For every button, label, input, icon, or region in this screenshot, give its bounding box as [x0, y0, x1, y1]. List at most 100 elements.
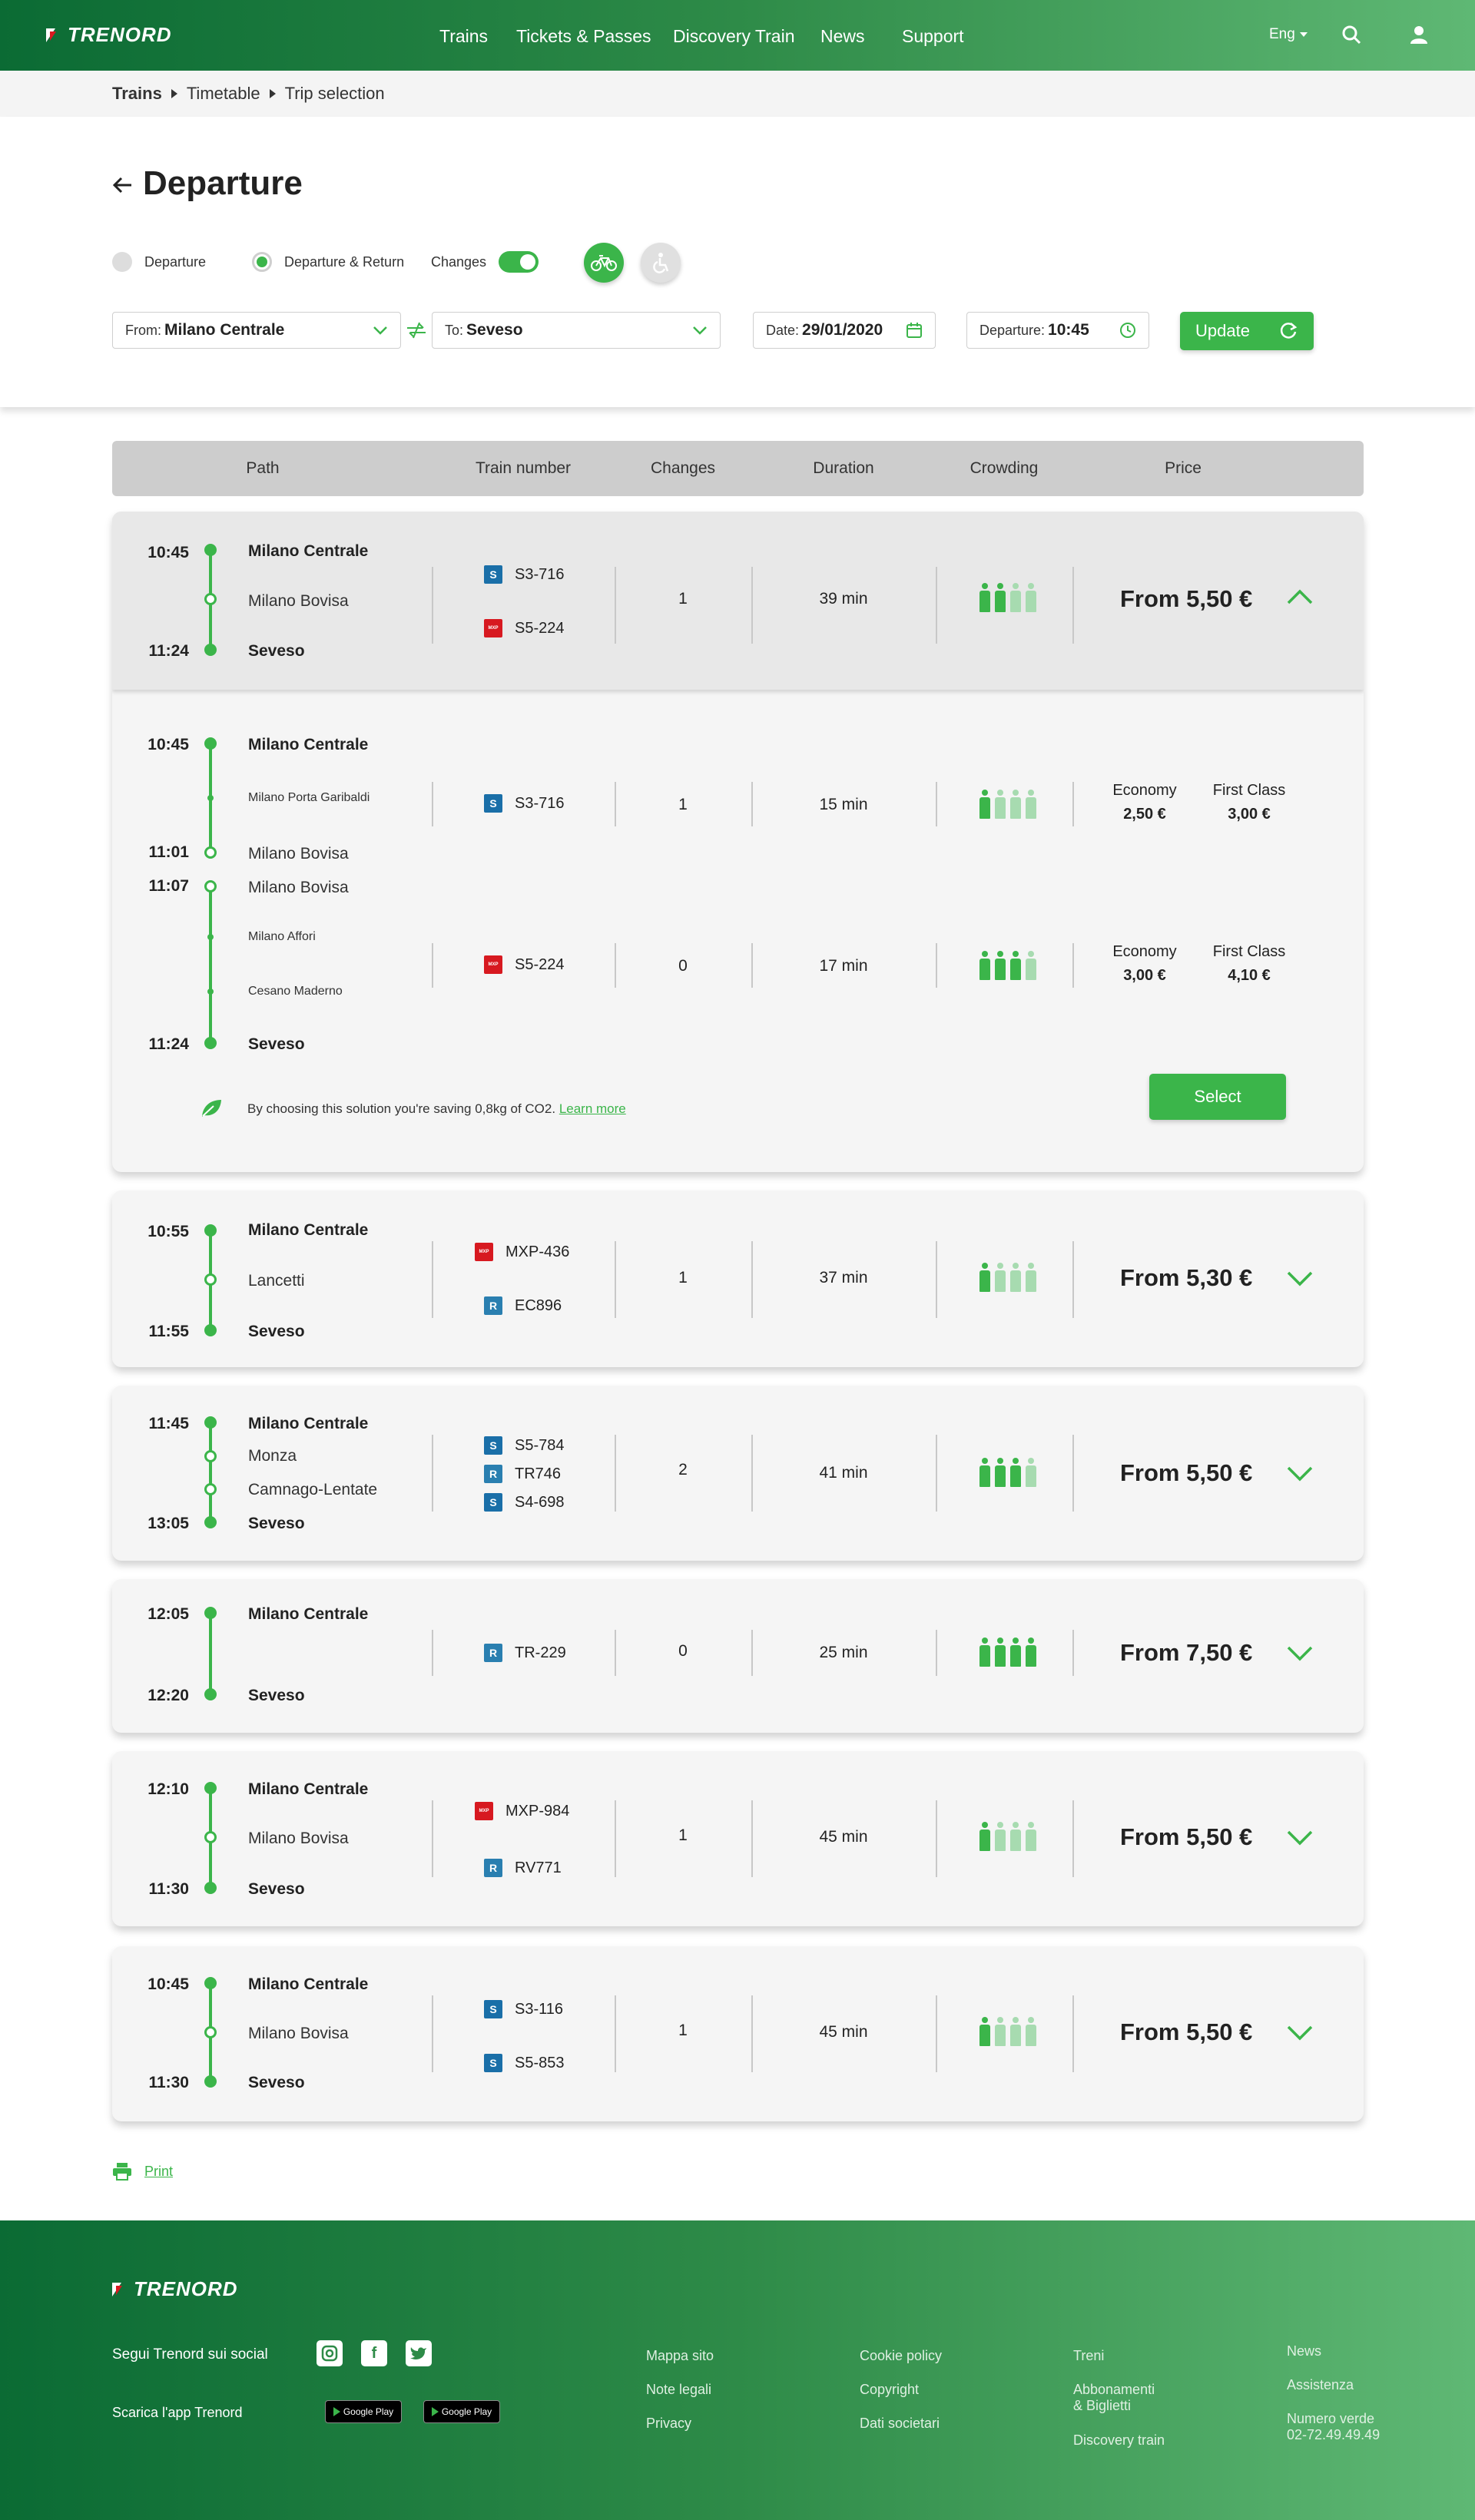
station-dot	[204, 2075, 217, 2088]
swap-stations-icon[interactable]	[406, 321, 427, 339]
person-icon	[1009, 2017, 1023, 2046]
facebook-icon[interactable]: f	[361, 2340, 387, 2366]
learn-more-link[interactable]: Learn more	[559, 1101, 626, 1116]
nav-trains[interactable]: Trains	[439, 26, 488, 47]
price-from: From 5,50 €	[1120, 585, 1253, 612]
footer-link[interactable]: Cookie policy	[860, 2348, 942, 2364]
refresh-icon	[1280, 323, 1298, 339]
solution-card-2[interactable]: 10:55 11:55 Milano Centrale Lancetti Sev…	[112, 1190, 1364, 1367]
station-dot	[204, 1037, 217, 1049]
update-button[interactable]: Update	[1180, 312, 1314, 350]
duration: 17 min	[819, 957, 868, 975]
bike-filter-button[interactable]	[584, 243, 624, 283]
person-icon	[1009, 1638, 1023, 1667]
google-play-badge[interactable]: Google Play	[325, 2400, 402, 2423]
select-button[interactable]: Select	[1149, 1074, 1286, 1120]
train-item: MXP MXP-436	[475, 1243, 569, 1261]
train-item: S S3-716	[484, 565, 565, 584]
nav-discovery-train[interactable]: Discovery Train	[673, 26, 794, 47]
destination-station: Seveso	[248, 1687, 305, 1704]
person-icon	[978, 583, 992, 612]
person-icon	[1009, 790, 1023, 819]
language-selector[interactable]: Eng	[1269, 26, 1308, 43]
date-field[interactable]: Date: 29/01/2020	[753, 312, 936, 349]
footer-link[interactable]: Abbonamenti	[1073, 2382, 1155, 2398]
train-item: S S5-784	[484, 1436, 565, 1455]
footer-link[interactable]: Assistenza	[1287, 2377, 1354, 2393]
chevron-down-icon[interactable]	[1286, 1465, 1314, 1482]
duration: 37 min	[819, 1269, 868, 1286]
footer-link[interactable]: Discovery train	[1073, 2432, 1165, 2449]
changes-count: 0	[678, 957, 688, 975]
footer-link[interactable]: News	[1287, 2343, 1321, 2359]
solution-card-3[interactable]: 11:45 13:05 Milano Centrale Monza Camnag…	[112, 1386, 1364, 1561]
solution-card-4[interactable]: 12:05 12:20 Milano Centrale Seveso R TR-2…	[112, 1579, 1364, 1733]
person-icon	[1024, 2017, 1038, 2046]
solution-card-1: 10:45 11:24 Milano Centrale Milano Bovis…	[112, 512, 1364, 1172]
solution-card-6[interactable]: 10:45 11:30 Milano Centrale Milano Bovis…	[112, 1946, 1364, 2121]
leg-departure-time: 11:07	[148, 877, 189, 895]
changes-count: 1	[678, 590, 688, 608]
google-play-badge[interactable]: Google Play	[423, 2400, 500, 2423]
to-field[interactable]: To: Seveso	[432, 312, 721, 349]
chevron-down-icon[interactable]	[1286, 2025, 1314, 2041]
changes-toggle[interactable]: Changes	[431, 251, 539, 273]
train-item: MXP S5-224	[484, 619, 565, 637]
footer-link[interactable]: Numero verde	[1287, 2411, 1374, 2427]
back-arrow-icon[interactable]	[112, 177, 132, 194]
from-field[interactable]: From: Milano Centrale	[112, 312, 401, 349]
chevron-down-icon[interactable]	[1286, 1645, 1314, 1662]
radio-departure[interactable]: Departure	[112, 252, 206, 272]
breadcrumb-trains[interactable]: Trains	[112, 84, 162, 104]
trenord-r-logo-icon: R	[484, 1465, 502, 1483]
chevron-down-icon[interactable]	[1286, 1270, 1314, 1287]
footer-link[interactable]: Mappa sito	[646, 2348, 714, 2364]
chevron-down-icon[interactable]	[1286, 1830, 1314, 1846]
person-icon	[1024, 1638, 1038, 1667]
departure-time: 11:45	[148, 1415, 189, 1432]
leg-arrival-time: 11:24	[148, 1035, 189, 1053]
breadcrumb-timetable[interactable]: Timetable	[187, 84, 260, 104]
footer-link[interactable]: Treni	[1073, 2348, 1104, 2364]
footer-link[interactable]: & Biglietti	[1073, 2398, 1131, 2414]
toggle-switch[interactable]	[499, 251, 539, 273]
change-dot	[204, 2026, 217, 2038]
arrival-time: 11:55	[148, 1323, 189, 1340]
solution-summary[interactable]: 10:45 11:24 Milano Centrale Milano Bovis…	[112, 512, 1364, 690]
footer-link[interactable]: Copyright	[860, 2382, 919, 2398]
nav-tickets-passes[interactable]: Tickets & Passes	[516, 26, 651, 47]
economy-fare[interactable]: Economy 3,00 €	[1112, 943, 1176, 985]
destination-station: Seveso	[248, 1515, 305, 1532]
radio-departure-return[interactable]: Departure & Return	[252, 252, 404, 272]
trenord-logo[interactable]: TRENORD	[46, 23, 172, 47]
footer-link[interactable]: Note legali	[646, 2382, 711, 2398]
first-class-fare[interactable]: First Class 4,10 €	[1213, 943, 1285, 985]
twitter-icon[interactable]	[406, 2340, 432, 2366]
nav-news[interactable]: News	[820, 26, 865, 47]
train-item: R EC896	[484, 1296, 562, 1315]
arrival-time: 13:05	[148, 1515, 189, 1532]
stop-dot	[207, 988, 214, 995]
first-class-fare[interactable]: First Class 3,00 €	[1213, 782, 1285, 823]
print-link[interactable]: Print	[112, 2162, 173, 2181]
price-from: From 5,50 €	[1120, 2018, 1253, 2045]
origin-station: Milano Centrale	[248, 1975, 369, 1993]
departure-time-field[interactable]: Departure: 10:45	[966, 312, 1149, 349]
footer: TRENORD Segui Trenord sui social f Scari…	[0, 2220, 1475, 2520]
chevron-up-icon[interactable]	[1286, 588, 1314, 605]
instagram-icon[interactable]	[317, 2340, 343, 2366]
trenord-s-logo-icon: S	[484, 565, 502, 584]
change-dot	[204, 1273, 217, 1286]
accessibility-filter-button[interactable]	[641, 243, 681, 283]
footer-logo[interactable]: TRENORD	[112, 2277, 238, 2301]
economy-fare[interactable]: Economy 2,50 €	[1112, 782, 1176, 823]
search-icon[interactable]	[1341, 25, 1361, 45]
footer-link[interactable]: Dati societari	[860, 2416, 940, 2432]
solution-card-5[interactable]: 12:10 11:30 Milano Centrale Milano Bovis…	[112, 1751, 1364, 1926]
malpensa-express-logo-icon: MXP	[484, 955, 502, 974]
user-icon[interactable]	[1409, 25, 1429, 45]
trenord-r-logo-icon: R	[484, 1296, 502, 1315]
footer-link[interactable]: Privacy	[646, 2416, 691, 2432]
nav-support[interactable]: Support	[902, 26, 964, 47]
crowding-indicator	[978, 951, 1038, 980]
